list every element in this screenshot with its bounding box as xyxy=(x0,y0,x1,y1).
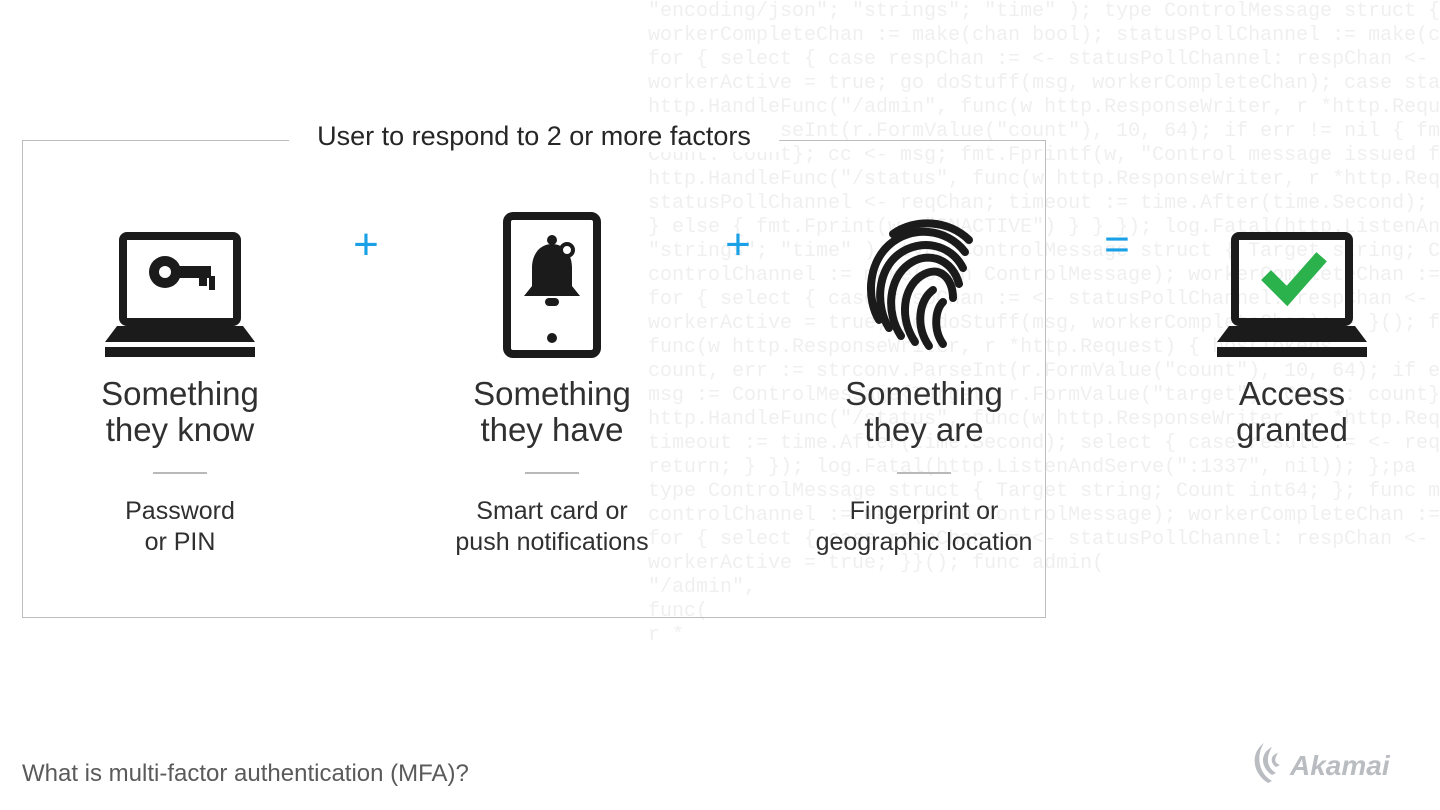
laptop-key-icon xyxy=(95,190,265,360)
caption: What is multi-factor authentication (MFA… xyxy=(22,760,469,788)
result-access-granted: Access granted xyxy=(1152,190,1432,448)
svg-text:Akamai: Akamai xyxy=(1289,750,1391,781)
factor-title: Something they are xyxy=(845,376,1003,448)
plus-operator: + xyxy=(710,160,766,330)
laptop-check-icon xyxy=(1207,190,1377,360)
divider xyxy=(153,472,207,474)
phone-bell-icon xyxy=(497,190,607,360)
factor-sub: Fingerprint or geographic location xyxy=(816,496,1033,558)
factor-title: Something they have xyxy=(473,376,631,448)
equals-operator: = xyxy=(1082,160,1152,330)
mfa-equation-row: Something they know Password or PIN + So… xyxy=(22,190,1418,620)
divider xyxy=(525,472,579,474)
factor-title: Something they know xyxy=(101,376,259,448)
result-title: Access granted xyxy=(1236,376,1348,448)
plus-operator: + xyxy=(338,160,394,330)
factors-legend: User to respond to 2 or more factors xyxy=(289,121,779,152)
akamai-logo: Akamai xyxy=(1250,739,1420,792)
factor-have: Something they have Smart card or push n… xyxy=(394,190,710,558)
factor-sub: Smart card or push notifications xyxy=(455,496,648,558)
factor-sub: Password or PIN xyxy=(125,496,235,558)
divider xyxy=(897,472,951,474)
fingerprint-icon xyxy=(849,190,999,360)
factor-are: Something they are Fingerprint or geogra… xyxy=(766,190,1082,558)
factor-know: Something they know Password or PIN xyxy=(22,190,338,558)
